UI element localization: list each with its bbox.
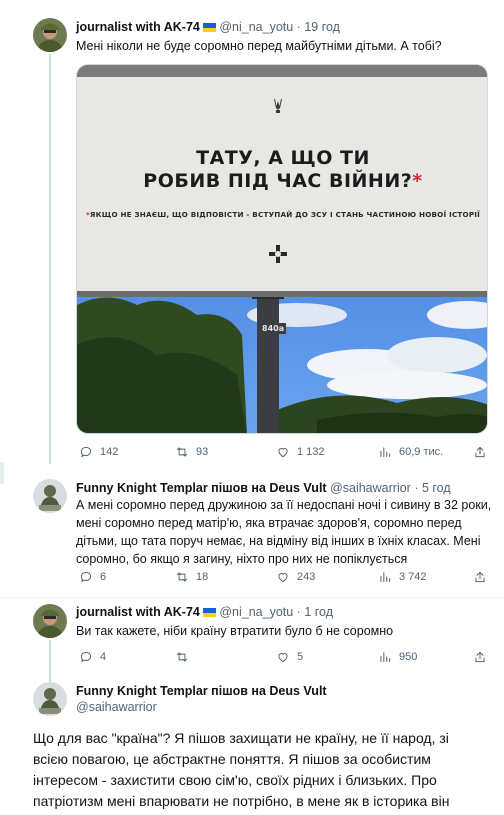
like-count: 1 132 <box>297 446 325 458</box>
like-button[interactable]: 243 <box>276 568 315 586</box>
author-handle[interactable]: @saihawarrior <box>76 699 327 715</box>
reply-count: 4 <box>100 651 107 663</box>
repost-button[interactable] <box>175 648 196 666</box>
repost-count: 93 <box>196 446 209 458</box>
billboard-star: * <box>412 170 423 192</box>
ukraine-flag-icon <box>202 23 216 32</box>
tweet-actions: 4 5 950 <box>0 648 504 666</box>
views-count: 950 <box>399 651 418 663</box>
views-icon <box>380 652 391 663</box>
tweet-actions: 6 18 243 3 742 <box>0 568 504 586</box>
reply-icon <box>80 651 92 663</box>
timestamp[interactable]: 5 год <box>422 481 451 495</box>
tweet[interactable]: journalist with AK-74 @ni_na_yotu · 19 г… <box>0 0 504 470</box>
author-name[interactable]: Funny Knight Templar пішов на Deus Vult <box>76 481 327 495</box>
reply-button[interactable]: 142 <box>79 443 118 461</box>
timestamp[interactable]: 1 год <box>304 605 333 619</box>
billboard-subline-text: ЯКЩО НЕ ЗНАЄШ, ЩО ВІДПОВІСТИ - ВСТУПАЙ Д… <box>89 210 481 219</box>
tweet-header: Funny Knight Templar пішов на Deus Vult … <box>76 480 451 496</box>
reply-icon <box>80 571 92 583</box>
views-icon <box>380 447 391 458</box>
like-icon <box>278 573 288 583</box>
views-button[interactable]: 60,9 тис. <box>378 443 443 461</box>
avatar[interactable] <box>33 18 67 52</box>
tweet-actions: 142 93 1 132 60,9 тис. <box>0 443 504 461</box>
tweet[interactable]: Funny Knight Templar пішов на Deus Vult … <box>0 678 504 815</box>
tweet-text: Що для вас "країна"? Я пішов захищати не… <box>33 730 450 815</box>
like-button[interactable]: 5 <box>276 648 303 666</box>
repost-count: 18 <box>196 571 209 583</box>
like-button[interactable]: 1 132 <box>276 443 325 461</box>
share-button[interactable] <box>473 568 487 586</box>
ukraine-flag-icon <box>202 608 216 617</box>
billboard-headline-line2: РОБИВ ПІД ЧАС ВІЙНИ? <box>143 170 413 192</box>
repost-button[interactable]: 93 <box>175 443 208 461</box>
tweet-text: Мені ніколи не буде соромно перед майбут… <box>76 39 442 53</box>
share-button[interactable] <box>473 443 487 461</box>
tweet[interactable]: journalist with AK-74 @ni_na_yotu · 1 го… <box>0 598 504 678</box>
separator: · <box>410 481 422 495</box>
tweet-header: journalist with AK-74 @ni_na_yotu · 1 го… <box>76 604 333 620</box>
author-name[interactable]: journalist with AK-74 <box>76 20 200 34</box>
reply-count: 142 <box>100 446 119 458</box>
billboard-headline-line1: ТАТУ, А ЩО ТИ <box>196 147 370 169</box>
reply-icon <box>80 446 92 458</box>
tweet[interactable]: Funny Knight Templar пішов на Deus Vult … <box>0 470 504 598</box>
share-button[interactable] <box>473 648 487 666</box>
like-count: 243 <box>297 571 316 583</box>
views-button[interactable]: 950 <box>378 648 417 666</box>
like-icon <box>278 448 288 458</box>
author-name[interactable]: Funny Knight Templar пішов на Deus Vult <box>76 683 327 699</box>
repost-icon <box>176 447 188 457</box>
billboard-subline: *ЯКЩО НЕ ЗНАЄШ, ЩО ВІДПОВІСТИ - ВСТУПАЙ … <box>85 210 481 219</box>
share-icon <box>475 571 485 583</box>
tweet-header: journalist with AK-74 @ni_na_yotu · 19 г… <box>76 19 340 35</box>
like-count: 5 <box>297 651 304 663</box>
share-icon <box>475 651 485 663</box>
pole-number: 840a <box>260 323 287 334</box>
repost-icon <box>176 652 188 662</box>
views-button[interactable]: 3 742 <box>378 568 427 586</box>
tweet-header: Funny Knight Templar пішов на Deus Vult … <box>76 683 327 715</box>
reply-button[interactable]: 4 <box>79 648 106 666</box>
author-handle[interactable]: @ni_na_yotu <box>219 20 293 34</box>
tweet-text: Ви так кажете, ніби країну втратити було… <box>76 624 394 638</box>
reply-count: 6 <box>100 571 107 583</box>
share-icon <box>475 446 485 458</box>
views-count: 60,9 тис. <box>399 446 444 458</box>
like-icon <box>278 653 288 663</box>
reply-button[interactable]: 6 <box>79 568 106 586</box>
repost-button[interactable]: 18 <box>175 568 208 586</box>
author-handle[interactable]: @saihawarrior <box>330 481 411 495</box>
tweet-text: А мені соромно перед дружиною за її недо… <box>76 498 492 566</box>
separator: · <box>293 20 305 34</box>
author-handle[interactable]: @ni_na_yotu <box>219 605 293 619</box>
timestamp[interactable]: 19 год <box>304 20 340 34</box>
views-count: 3 742 <box>399 571 427 583</box>
avatar[interactable] <box>33 604 67 638</box>
avatar[interactable] <box>33 682 67 716</box>
billboard-headline: ТАТУ, А ЩО ТИ РОБИВ ПІД ЧАС ВІЙНИ?* <box>77 147 487 193</box>
repost-icon <box>176 572 188 582</box>
author-name[interactable]: journalist with AK-74 <box>76 605 200 619</box>
avatar[interactable] <box>33 479 67 513</box>
separator: · <box>293 605 305 619</box>
views-icon <box>380 572 391 583</box>
tweet-media-image[interactable]: ТАТУ, А ЩО ТИ РОБИВ ПІД ЧАС ВІЙНИ?* *ЯКЩ… <box>76 64 488 434</box>
